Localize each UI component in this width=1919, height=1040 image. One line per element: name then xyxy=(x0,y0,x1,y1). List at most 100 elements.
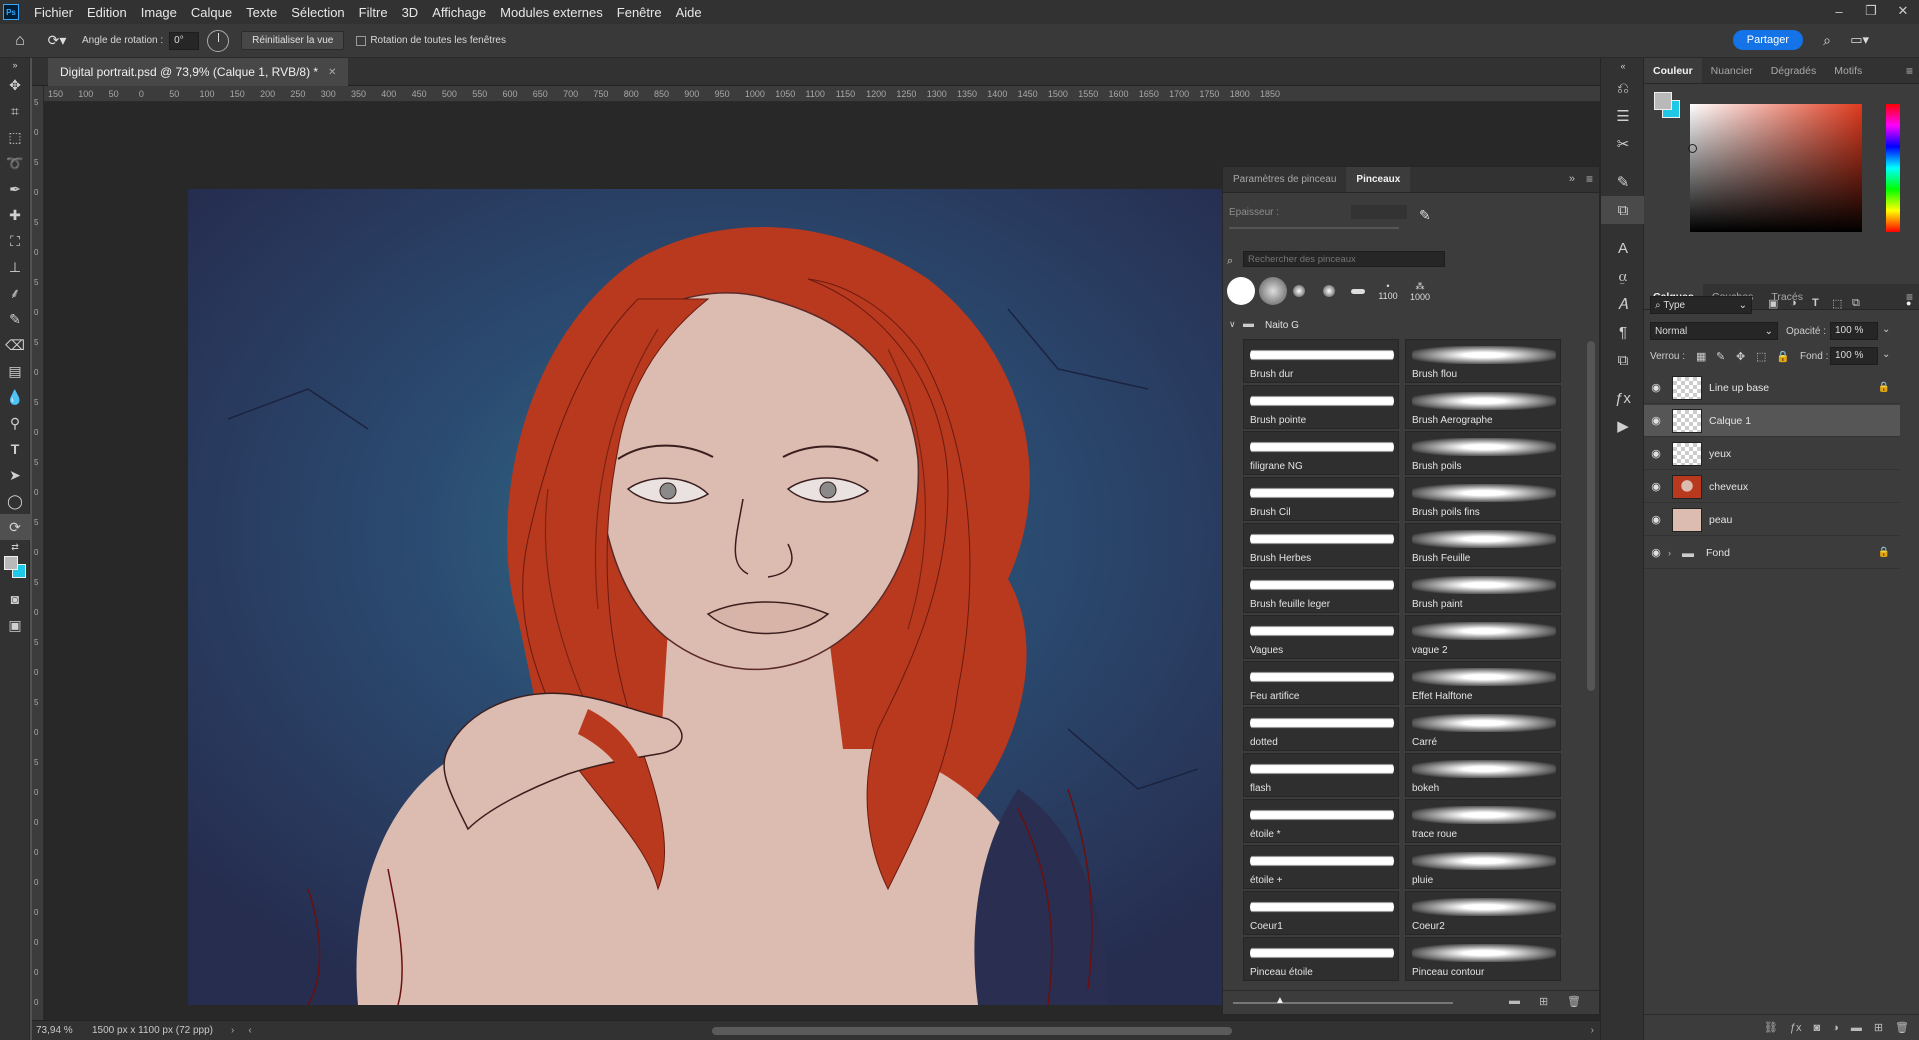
brush-preset-item[interactable]: Carré xyxy=(1405,707,1561,751)
brush-tool-icon[interactable]: ✎ xyxy=(0,306,30,332)
menu-item[interactable]: Sélection xyxy=(284,5,351,20)
horizontal-scrollbar[interactable] xyxy=(712,1027,1232,1035)
character-styles-icon[interactable]: 𝐴 xyxy=(1601,290,1645,318)
brush-preset-item[interactable]: étoile * xyxy=(1243,799,1399,843)
scroll-left-icon[interactable]: ‹ xyxy=(248,1025,251,1036)
properties-icon[interactable]: ƒx xyxy=(1601,384,1645,412)
brush-preset-item[interactable]: Brush feuille leger xyxy=(1243,569,1399,613)
blur-tool-icon[interactable]: 💧 xyxy=(0,384,30,410)
lock-position-icon[interactable]: ✥ xyxy=(1736,350,1745,363)
tab-motifs[interactable]: Motifs xyxy=(1825,58,1871,83)
swap-colors-icon[interactable]: ⇄ xyxy=(0,540,30,554)
color-picker-field[interactable] xyxy=(1690,104,1862,232)
chevron-right-icon[interactable]: › xyxy=(1668,548,1682,558)
layer-filter-select[interactable]: ⌕ Type ⌄ xyxy=(1650,296,1752,314)
menu-item[interactable]: Aide xyxy=(669,5,709,20)
menu-item[interactable]: Filtre xyxy=(352,5,395,20)
brush-preset-item[interactable]: Coeur1 xyxy=(1243,891,1399,935)
new-group-icon[interactable]: ▬ xyxy=(1851,1022,1862,1034)
tab-couleur[interactable]: Couleur xyxy=(1644,58,1702,83)
rotate-all-checkbox[interactable] xyxy=(356,35,367,46)
menu-item[interactable]: Modules externes xyxy=(493,5,610,20)
brush-preset-item[interactable]: Brush poils fins xyxy=(1405,477,1561,521)
menu-item[interactable]: Image xyxy=(134,5,184,20)
filter-shape-icon[interactable]: ⬚ xyxy=(1832,297,1842,310)
brush-size-slider[interactable] xyxy=(1229,227,1399,229)
menu-item[interactable]: 3D xyxy=(395,5,426,20)
color-swatches[interactable] xyxy=(0,554,30,586)
eye-icon[interactable]: ◉ xyxy=(1644,414,1668,427)
menu-item[interactable]: Fichier xyxy=(27,5,80,20)
brush-preset-item[interactable]: vague 2 xyxy=(1405,615,1561,659)
tab-brush-settings[interactable]: Paramètres de pinceau xyxy=(1223,167,1346,192)
brush-preset-item[interactable]: Coeur2 xyxy=(1405,891,1561,935)
reset-view-button[interactable]: Réinitialiser la vue xyxy=(241,31,345,50)
close-icon[interactable]: ✕ xyxy=(1887,0,1919,22)
foreground-color-swatch[interactable] xyxy=(4,556,18,570)
preset-flat[interactable] xyxy=(1351,289,1365,294)
brush-preset-item[interactable]: pluie xyxy=(1405,845,1561,889)
trash-icon[interactable]: 🗑 xyxy=(1895,1021,1909,1034)
status-expand-icon[interactable]: › xyxy=(231,1025,234,1036)
pen-tool-icon[interactable]: ✒ xyxy=(0,176,30,202)
layer-row[interactable]: ◉ › ▬ Fond 🔒 xyxy=(1644,537,1900,569)
eye-icon[interactable]: ◉ xyxy=(1644,513,1668,526)
collapse-panel-icon[interactable]: » xyxy=(1569,173,1575,185)
quick-mask-icon[interactable]: ◙ xyxy=(0,586,30,612)
eye-icon[interactable]: ◉ xyxy=(1644,480,1668,493)
brush-preset-item[interactable]: étoile + xyxy=(1243,845,1399,889)
workspace-icon[interactable]: ▭▾ xyxy=(1850,32,1869,48)
chevron-down-icon[interactable]: ∨ xyxy=(1229,319,1236,330)
fill-input[interactable]: 100 % xyxy=(1830,347,1878,365)
color-fg-swatch[interactable] xyxy=(1654,92,1672,110)
rotate-view-tool-icon[interactable]: ⟳ xyxy=(0,514,30,540)
brush-preset-item[interactable]: Brush flou xyxy=(1405,339,1561,383)
ellipse-tool-icon[interactable]: ◯ xyxy=(0,488,30,514)
filter-smart-icon[interactable]: ⧉ xyxy=(1852,297,1860,310)
brush-preset-item[interactable]: Brush paint xyxy=(1405,569,1561,613)
rotation-angle-input[interactable] xyxy=(169,31,200,50)
new-layer-icon[interactable]: ⊞ xyxy=(1874,1021,1883,1034)
brush-preset-item[interactable]: Brush Feuille xyxy=(1405,523,1561,567)
collapse-tools-icon[interactable]: » xyxy=(0,58,30,72)
layer-row[interactable]: ◉ cheveux xyxy=(1644,471,1900,503)
menu-item[interactable]: Fenêtre xyxy=(610,5,669,20)
preset-soft-round[interactable] xyxy=(1259,277,1287,305)
brush-preset-item[interactable]: Brush Herbes xyxy=(1243,523,1399,567)
frame-tool-icon[interactable]: ⛶ xyxy=(0,228,30,254)
brush-preset-item[interactable]: Vagues xyxy=(1243,615,1399,659)
brush-settings-icon[interactable]: ⧉ xyxy=(1601,196,1645,224)
stamp-tool-icon[interactable]: ⊥ xyxy=(0,254,30,280)
brush-preset-item[interactable]: Effet Halftone xyxy=(1405,661,1561,705)
layer-row[interactable]: ◉ yeux xyxy=(1644,438,1900,470)
tool-presets-icon[interactable]: ✂ xyxy=(1601,130,1645,158)
filter-toggle-icon[interactable]: ● xyxy=(1906,298,1911,308)
search-icon[interactable]: ⌕ xyxy=(1823,32,1831,49)
home-icon[interactable]: ⌂ xyxy=(0,32,40,50)
lock-pixels-icon[interactable]: ✎ xyxy=(1716,350,1725,363)
rotation-dial-icon[interactable] xyxy=(207,29,230,52)
lasso-tool-icon[interactable]: ➰ xyxy=(0,150,30,176)
eye-icon[interactable]: ◉ xyxy=(1644,546,1668,559)
preset-1000[interactable]: ⁂ 1000 xyxy=(1407,281,1433,302)
brush-preset-item[interactable]: Brush Cil xyxy=(1243,477,1399,521)
brush-preset-item[interactable]: dotted xyxy=(1243,707,1399,751)
brush-search-input[interactable] xyxy=(1243,251,1445,267)
layer-row[interactable]: ◉ peau xyxy=(1644,504,1900,536)
lock-all-icon[interactable]: 🔒 xyxy=(1776,350,1790,363)
brushes-panel-icon[interactable]: ✎ xyxy=(1601,168,1645,196)
brush-preset-item[interactable]: Brush poils xyxy=(1405,431,1561,475)
brush-preset-item[interactable]: filigrane NG xyxy=(1243,431,1399,475)
blend-mode-select[interactable]: Normal ⌄ xyxy=(1650,322,1778,340)
brush-preset-item[interactable]: bokeh xyxy=(1405,753,1561,797)
opacity-input[interactable]: 100 % xyxy=(1830,322,1878,340)
filter-type-icon[interactable]: T xyxy=(1812,297,1819,309)
adjustment-layer-icon[interactable]: ◑ xyxy=(1832,1022,1839,1034)
chevron-down-icon[interactable]: ⌄ xyxy=(1882,324,1890,335)
brush-preset-item[interactable]: flash xyxy=(1243,753,1399,797)
preset-hard-round[interactable] xyxy=(1227,277,1255,305)
zoom-level[interactable]: 73,94 % xyxy=(36,1025,86,1036)
brush-preset-item[interactable]: Feu artifice xyxy=(1243,661,1399,705)
minimize-icon[interactable]: – xyxy=(1823,0,1855,22)
panel-menu-icon[interactable]: ≡ xyxy=(1586,172,1593,186)
